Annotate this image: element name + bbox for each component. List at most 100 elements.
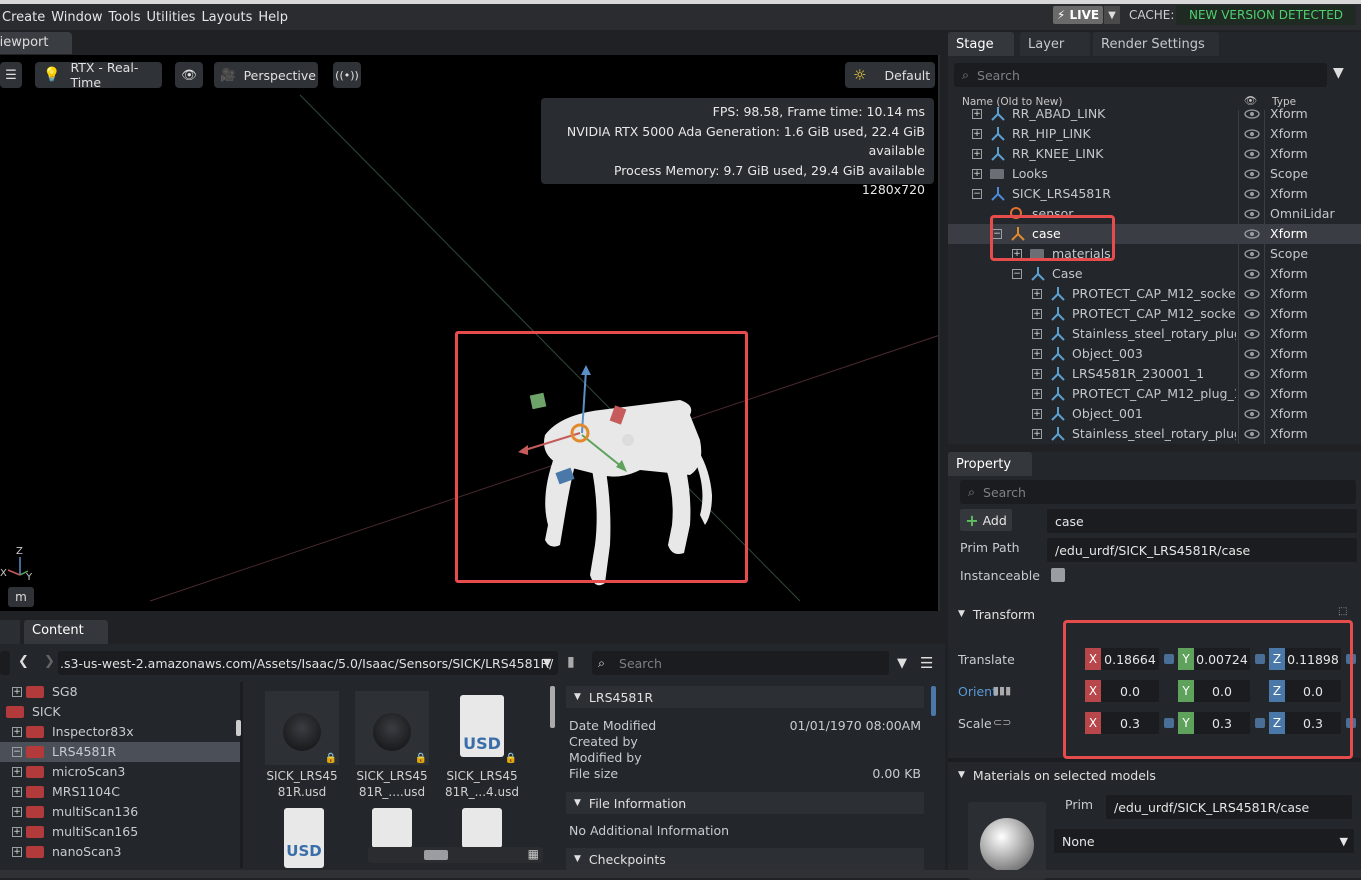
expand-icon[interactable]: +: [1032, 309, 1042, 319]
bookmark-icon[interactable]: ▮: [567, 654, 575, 670]
live-dropdown-icon[interactable]: ▼: [1104, 6, 1120, 24]
file-thumbnail-3[interactable]: USD 🔒: [445, 691, 519, 765]
visibility-eye-icon[interactable]: [1244, 187, 1260, 201]
menu-window[interactable]: Window: [49, 10, 106, 25]
visibility-eye-icon[interactable]: [1244, 207, 1260, 221]
file-thumbnail-1[interactable]: 🔒: [265, 691, 339, 765]
expand-icon[interactable]: +: [1032, 349, 1042, 359]
expand-icon[interactable]: +: [972, 109, 982, 119]
visibility-eye-icon[interactable]: [1244, 427, 1260, 441]
tab-stage[interactable]: Stage: [948, 32, 1014, 56]
filter-icon[interactable]: ▼: [897, 656, 907, 671]
expand-icon[interactable]: +: [972, 169, 982, 179]
menu-help[interactable]: Help: [256, 10, 292, 25]
file-thumbnail-2[interactable]: 🔒: [355, 691, 429, 765]
visibility-eye-icon[interactable]: [1244, 227, 1260, 241]
instanceable-checkbox[interactable]: [1051, 568, 1065, 582]
menu-utilities[interactable]: Utilities: [145, 10, 200, 25]
menu-create[interactable]: Create: [0, 10, 49, 25]
folder-scrollbar[interactable]: [236, 720, 241, 736]
expand-icon[interactable]: +: [972, 149, 982, 159]
folder-tree-row[interactable]: −SICK: [0, 702, 240, 722]
expand-icon[interactable]: +: [12, 827, 22, 837]
stage-tree-row[interactable]: + Object_001 Xform: [948, 404, 1361, 424]
expand-icon[interactable]: +: [12, 727, 22, 737]
visibility-eye-icon[interactable]: [1244, 247, 1260, 261]
visibility-eye-icon[interactable]: [1244, 407, 1260, 421]
checkpoints-header[interactable]: ▼ Checkpoints: [566, 848, 924, 870]
nav-back-button[interactable]: ❮: [18, 654, 29, 669]
orient-mode-icon[interactable]: ▮▮▮: [993, 684, 1011, 697]
expand-icon[interactable]: +: [1032, 409, 1042, 419]
visibility-eye-icon[interactable]: [1244, 287, 1260, 301]
zoom-slider-handle[interactable]: [424, 850, 448, 860]
visibility-eye-icon[interactable]: [1244, 327, 1260, 341]
link-icon[interactable]: ⊂⊃: [993, 716, 1011, 729]
grid-view-icon[interactable]: ▦: [528, 847, 539, 861]
stage-tree-row[interactable]: + Stainless_steel_rotary_plug_M Xform: [948, 324, 1361, 344]
visibility-eye-icon[interactable]: [1244, 307, 1260, 321]
materials-section-header[interactable]: ▼ Materials on selected models: [948, 763, 1361, 787]
prim-name-field[interactable]: case: [1047, 509, 1357, 533]
content-path-field[interactable]: .s3-us-west-2.amazonaws.com/Assets/Isaac…: [58, 651, 558, 675]
folder-tree-row[interactable]: + multiScan165: [0, 822, 240, 842]
property-search-input[interactable]: ⌕ Search: [960, 480, 1356, 504]
file-label-1[interactable]: SICK_LRS45 81R.usd: [257, 768, 347, 800]
collapse-icon[interactable]: −: [972, 189, 982, 199]
stage-tree-row[interactable]: + Stainless_steel_rotary_plug_M Xform: [948, 424, 1361, 444]
expand-icon[interactable]: +: [1032, 289, 1042, 299]
expand-icon[interactable]: +: [972, 129, 982, 139]
menu-tools[interactable]: Tools: [106, 10, 144, 25]
menu-layouts[interactable]: Layouts: [199, 10, 256, 25]
tab-viewport[interactable]: Viewport: [0, 32, 72, 54]
usd-file-icon[interactable]: USD: [284, 808, 324, 868]
filter-icon[interactable]: ▼: [1333, 65, 1344, 81]
tab-property[interactable]: Property: [948, 452, 1032, 476]
tab-layer[interactable]: Layer: [1020, 32, 1090, 56]
tab-render-settings[interactable]: Render Settings: [1093, 32, 1219, 56]
menu-icon[interactable]: ☰: [920, 654, 933, 672]
lighting-button[interactable]: ☼ Default: [845, 62, 935, 88]
render-mode-button[interactable]: 💡 RTX - Real-Time: [35, 60, 162, 90]
folder-tree-row[interactable]: + multiScan136: [0, 802, 240, 822]
tab-other[interactable]: [0, 620, 20, 644]
visibility-eye-icon[interactable]: [1244, 107, 1260, 121]
expand-icon[interactable]: +: [12, 787, 22, 797]
file-label-2[interactable]: SICK_LRS45 81R_....usd: [347, 768, 437, 800]
nav-forward-button[interactable]: ❯: [44, 654, 55, 669]
visibility-eye-icon[interactable]: [1244, 367, 1260, 381]
content-search-input[interactable]: ⌕ Search: [592, 651, 889, 675]
file-label-3[interactable]: SICK_LRS45 81R_...4.usd: [437, 768, 527, 800]
info-header[interactable]: ▼ LRS4581R: [566, 686, 924, 708]
folder-tree-row[interactable]: − LRS4581R: [0, 742, 240, 762]
usd-file-icon[interactable]: [462, 808, 502, 848]
cache-status[interactable]: NEW VERSION DETECTED: [1176, 5, 1356, 25]
stage-tree-row[interactable]: + LRS4581R_230001_1 Xform: [948, 364, 1361, 384]
stage-tree-row[interactable]: + RR_KNEE_LINK Xform: [948, 144, 1361, 164]
info-scrollbar[interactable]: [931, 686, 936, 716]
visibility-eye-icon[interactable]: [1244, 387, 1260, 401]
stage-tree-row[interactable]: + RR_HIP_LINK Xform: [948, 124, 1361, 144]
expand-icon[interactable]: +: [1032, 389, 1042, 399]
visibility-eye-icon[interactable]: [1244, 147, 1260, 161]
path-field[interactable]: [0, 651, 10, 675]
live-button[interactable]: ⚡ LIVE: [1053, 6, 1103, 24]
visibility-eye-icon[interactable]: [1244, 347, 1260, 361]
stage-tree-row[interactable]: + PROTECT_CAP_M12_socket_1 Xform: [948, 304, 1361, 324]
file-info-header[interactable]: ▼ File Information: [566, 792, 924, 814]
viewport-settings-button[interactable]: ☰: [0, 62, 22, 88]
usd-file-icon[interactable]: [372, 808, 412, 848]
folder-tree-row[interactable]: + SG8: [0, 682, 240, 702]
stage-search-input[interactable]: ⌕ Search: [954, 63, 1327, 87]
orient-label[interactable]: Orient: [958, 684, 997, 699]
visibility-eye-icon[interactable]: [1244, 167, 1260, 181]
add-button[interactable]: + Add: [960, 509, 1012, 531]
stage-tree-row[interactable]: + PROTECT_CAP_M12_socket_2 Xform: [948, 284, 1361, 304]
expand-icon[interactable]: +: [12, 767, 22, 777]
path-dropdown-icon[interactable]: ▼: [543, 656, 551, 669]
collapse-icon[interactable]: −: [1012, 269, 1022, 279]
expand-icon[interactable]: +: [1032, 369, 1042, 379]
visibility-button[interactable]: 👁: [175, 62, 203, 88]
stage-tree-row[interactable]: + PROTECT_CAP_M12_plug_1 Xform: [948, 384, 1361, 404]
expand-icon[interactable]: +: [1032, 329, 1042, 339]
